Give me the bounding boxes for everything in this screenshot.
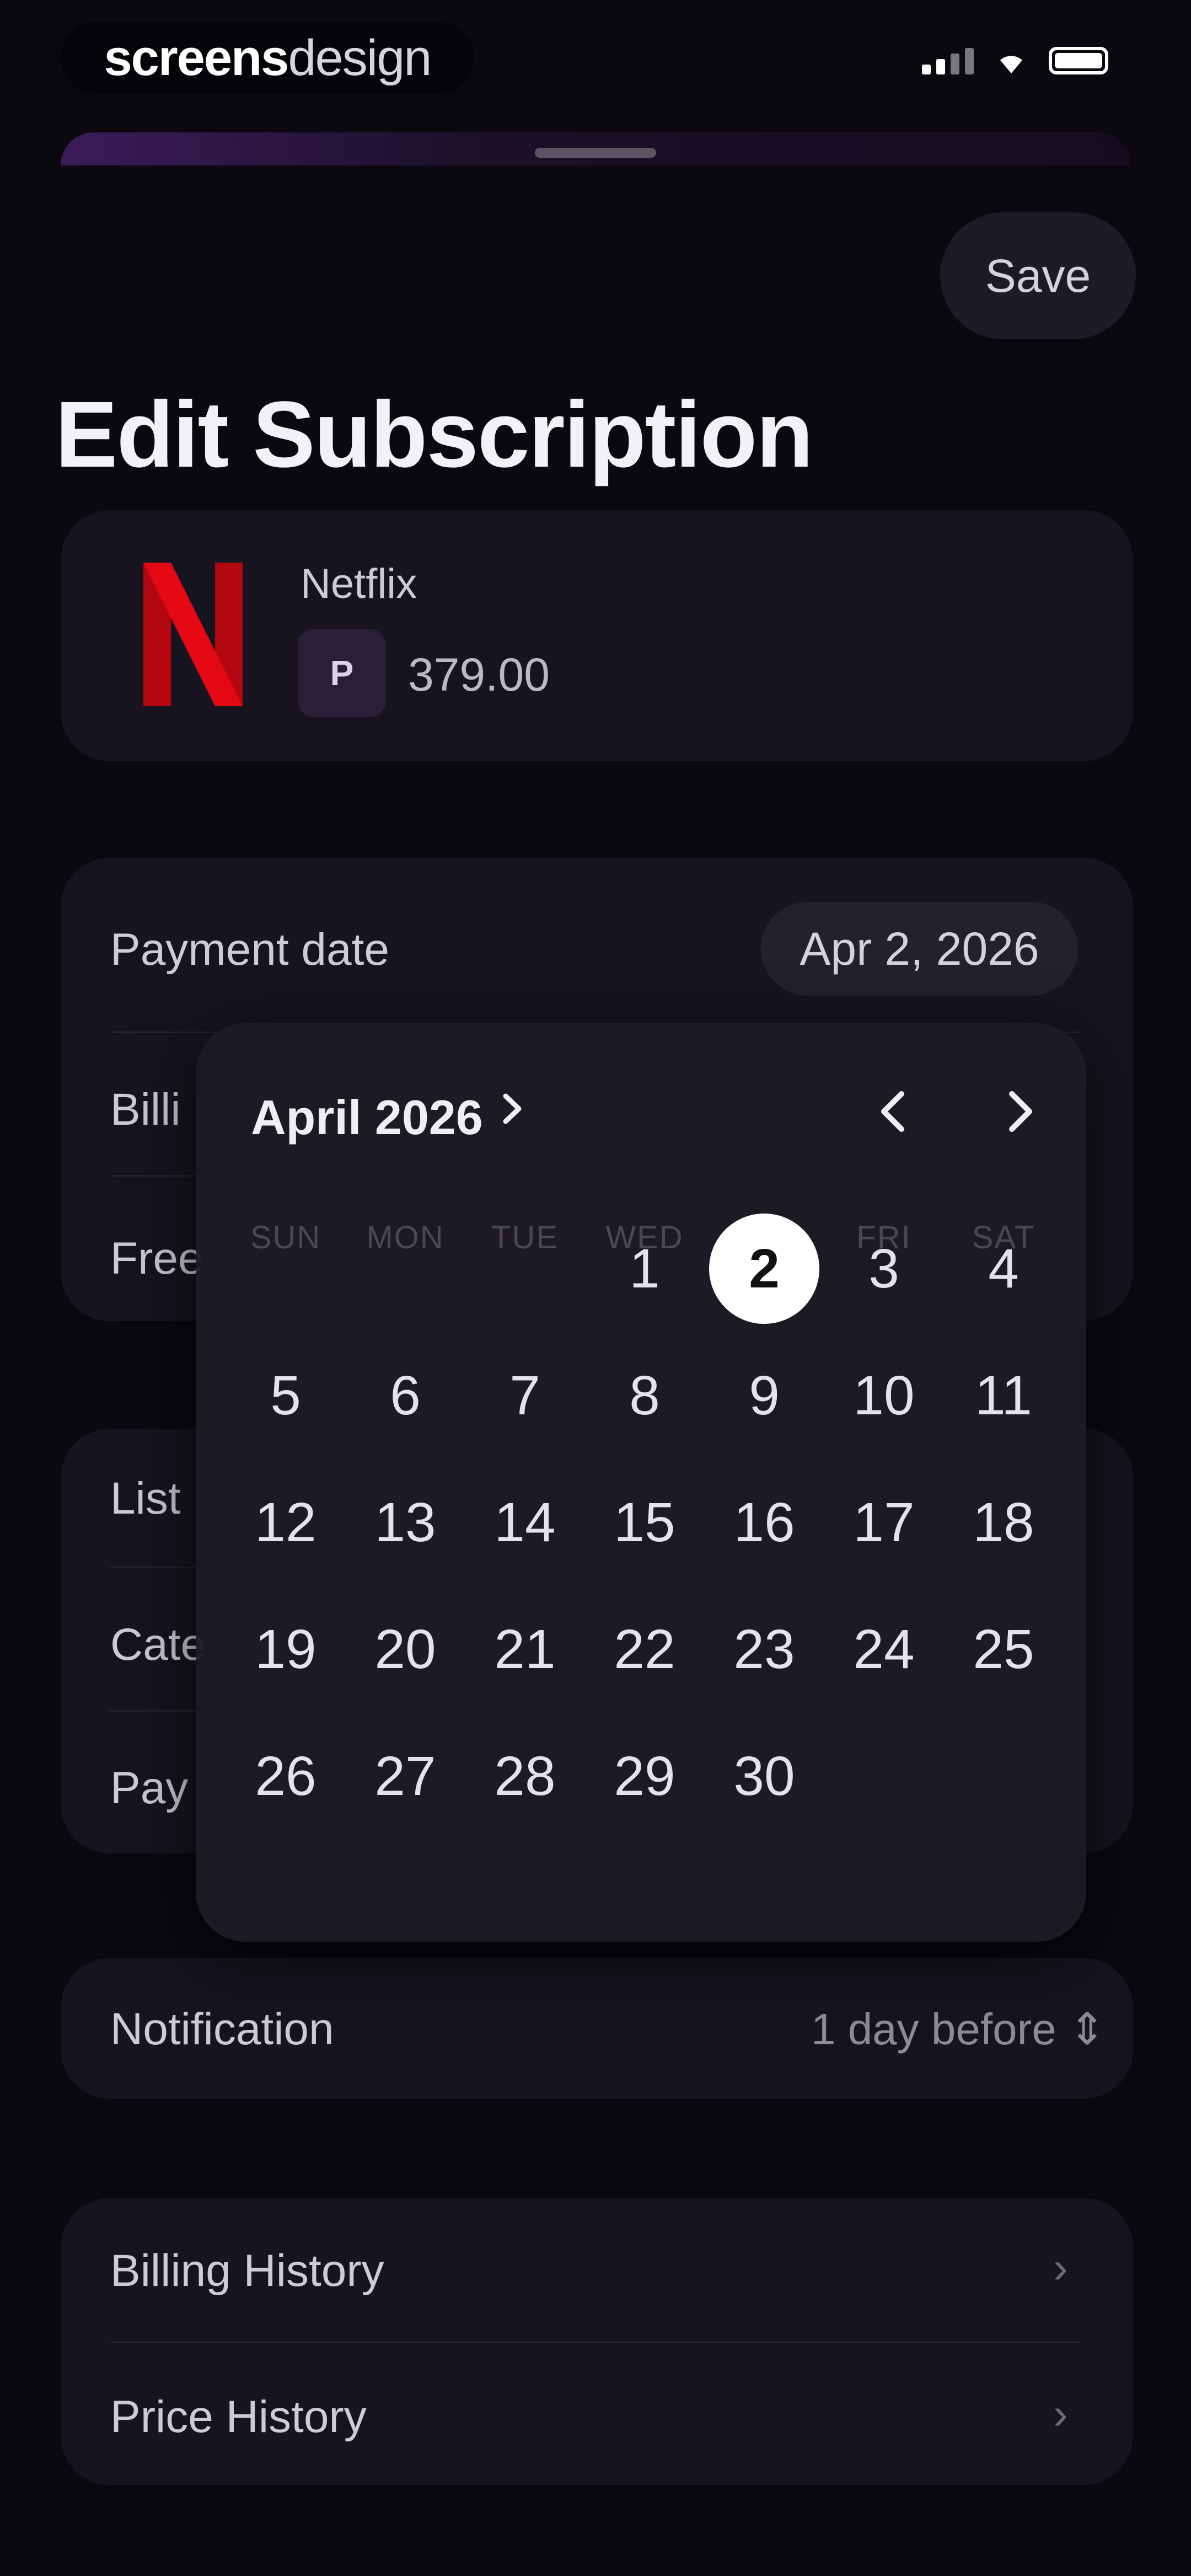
brand-light-text: design [288, 29, 432, 86]
calendar-day[interactable]: 14 [470, 1467, 580, 1578]
calendar-day[interactable]: 9 [709, 1340, 819, 1451]
calendar-day[interactable]: 11 [948, 1340, 1059, 1451]
calendar-day[interactable]: 5 [230, 1340, 341, 1451]
screensdesign-watermark: screensdesign [61, 22, 474, 94]
calendar-day[interactable]: 26 [230, 1721, 341, 1831]
chevron-right-icon[interactable]: › [1053, 2242, 1068, 2293]
calendar-day[interactable]: 13 [350, 1467, 460, 1578]
wifi-icon [1000, 56, 1022, 73]
price-value[interactable]: 379.00 [408, 648, 550, 702]
sheet-grabber[interactable] [535, 148, 656, 158]
weekday-label: SUN [250, 1220, 321, 1255]
divider [110, 2342, 1081, 2343]
notification-value[interactable]: 1 day before ⇕ [811, 2003, 1106, 2055]
free-trial-label[interactable]: Free [110, 1233, 203, 1285]
calendar-day[interactable]: 21 [470, 1594, 580, 1704]
previous-month-icon[interactable] [874, 1084, 913, 1139]
page-title: Edit Subscription [55, 382, 813, 487]
calendar-day-selected[interactable]: 2 [709, 1214, 819, 1324]
netflix-logo-icon [143, 563, 243, 706]
chevron-right-icon[interactable] [499, 1084, 527, 1134]
calendar-day[interactable]: 27 [350, 1721, 460, 1831]
service-name: Netflix [301, 560, 417, 607]
calendar-day[interactable]: 15 [589, 1467, 700, 1578]
price-history-label[interactable]: Price History [110, 2391, 367, 2443]
calendar-day[interactable]: 19 [230, 1594, 341, 1704]
calendar-day[interactable]: 6 [350, 1340, 460, 1451]
calendar-day[interactable]: 24 [829, 1594, 939, 1704]
calendar-day[interactable]: 12 [230, 1467, 341, 1578]
calendar-day[interactable]: 7 [470, 1340, 580, 1451]
calendar-day[interactable]: 4 [948, 1214, 1059, 1324]
billing-history-label[interactable]: Billing History [110, 2245, 384, 2297]
status-icons [922, 47, 1108, 74]
calendar-day[interactable]: 10 [829, 1340, 939, 1451]
chevron-right-icon[interactable]: › [1053, 2388, 1068, 2439]
weekday-label: TUE [491, 1220, 559, 1255]
calendar-day[interactable]: 30 [709, 1721, 819, 1831]
calendar-day[interactable]: 29 [589, 1721, 700, 1831]
payment-date-label: Payment date [110, 924, 389, 975]
payment-method-label[interactable]: Pay [110, 1762, 188, 1814]
list-label[interactable]: List [110, 1473, 181, 1525]
save-button[interactable]: Save [940, 212, 1136, 339]
calendar-day[interactable]: 3 [829, 1214, 939, 1324]
cellular-signal-icon [922, 47, 974, 74]
battery-icon [1049, 47, 1108, 74]
next-month-icon[interactable] [1001, 1084, 1039, 1139]
calendar-day[interactable]: 8 [589, 1340, 700, 1451]
calendar-day[interactable]: 1 [589, 1214, 700, 1324]
calendar-day[interactable]: 28 [470, 1721, 580, 1831]
calendar-day[interactable]: 17 [829, 1467, 939, 1578]
payment-date-pill[interactable]: Apr 2, 2026 [761, 902, 1078, 996]
weekday-label: MON [366, 1220, 444, 1255]
brand-bold-text: screens [104, 29, 289, 86]
up-down-chevron-icon: ⇕ [1068, 2005, 1106, 2054]
calendar-day[interactable]: 25 [948, 1594, 1059, 1704]
calendar-day[interactable]: 18 [948, 1467, 1059, 1578]
calendar-day[interactable]: 22 [589, 1594, 700, 1704]
notification-label: Notification [110, 2004, 334, 2054]
notification-value-text: 1 day before [811, 2005, 1056, 2054]
calendar-day[interactable]: 23 [709, 1594, 819, 1704]
calendar-month-label[interactable]: April 2026 [251, 1089, 483, 1146]
category-label[interactable]: Cate [110, 1619, 206, 1671]
calendar-day[interactable]: 20 [350, 1594, 460, 1704]
billing-cycle-label[interactable]: Billi [110, 1084, 181, 1136]
currency-badge[interactable]: P [298, 629, 386, 717]
calendar-day[interactable]: 16 [709, 1467, 819, 1578]
